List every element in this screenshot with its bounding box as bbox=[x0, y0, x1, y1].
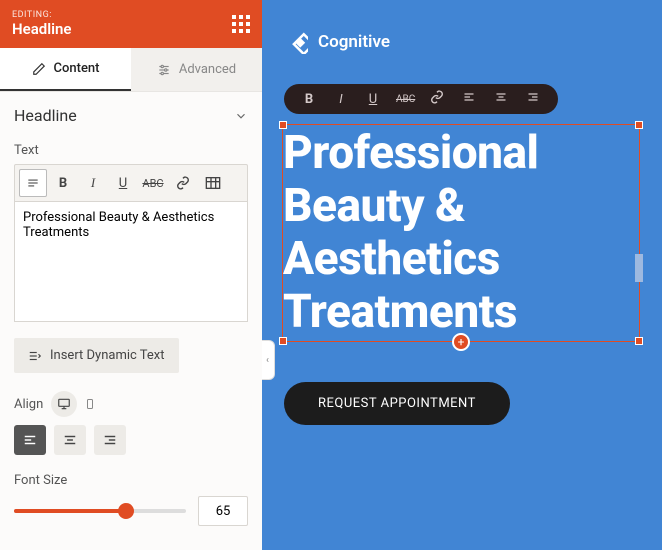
floating-text-toolbar: B I U ABC bbox=[284, 84, 558, 114]
panel-tabs: Content Advanced bbox=[0, 48, 262, 92]
headline-text[interactable]: Professional Beauty & Aesthetics Treatme… bbox=[283, 127, 639, 339]
device-toggle bbox=[51, 391, 103, 417]
logo-text: Cognitive bbox=[318, 32, 390, 52]
tab-content-label: Content bbox=[54, 61, 100, 76]
chevron-down-icon bbox=[234, 109, 248, 123]
float-italic-button[interactable]: I bbox=[332, 92, 350, 107]
logo: Cognitive bbox=[284, 30, 640, 54]
section-header[interactable]: Headline bbox=[14, 106, 248, 125]
bold-button[interactable]: B bbox=[49, 169, 77, 197]
tab-advanced[interactable]: Advanced bbox=[131, 48, 262, 91]
align-center-button[interactable] bbox=[54, 425, 86, 455]
align-center-icon bbox=[62, 433, 78, 447]
resize-handle-right[interactable] bbox=[635, 254, 643, 282]
mobile-icon bbox=[84, 397, 96, 411]
rte-mode-icon[interactable] bbox=[19, 169, 47, 197]
float-strike-button[interactable]: ABC bbox=[396, 94, 414, 105]
align-label: Align bbox=[14, 397, 43, 412]
resize-handle-br[interactable] bbox=[635, 337, 643, 345]
editing-label: EDITING: bbox=[12, 10, 71, 20]
align-right-button[interactable] bbox=[94, 425, 126, 455]
fontsize-section: Font Size bbox=[14, 473, 248, 526]
headline-textarea[interactable] bbox=[14, 202, 248, 322]
float-align-left-button[interactable] bbox=[460, 91, 478, 107]
panel-header: EDITING: Headline bbox=[0, 0, 262, 48]
editor-panel: EDITING: Headline Content Advanced Headl… bbox=[0, 0, 262, 550]
drag-grid-icon[interactable] bbox=[232, 15, 250, 33]
add-element-button[interactable]: + bbox=[452, 333, 470, 351]
float-link-button[interactable] bbox=[428, 90, 446, 108]
align-section: Align bbox=[14, 391, 248, 455]
text-field-label: Text bbox=[14, 143, 248, 158]
rte-toolbar: B I U ABC bbox=[14, 164, 248, 202]
desktop-icon bbox=[57, 397, 71, 411]
float-align-center-button[interactable] bbox=[492, 91, 510, 107]
collapse-panel-tab[interactable]: ‹ bbox=[262, 340, 275, 380]
align-right-icon bbox=[102, 433, 118, 447]
float-underline-button[interactable]: U bbox=[364, 92, 382, 107]
italic-button[interactable]: I bbox=[79, 169, 107, 197]
tab-advanced-label: Advanced bbox=[179, 62, 236, 77]
fontsize-label: Font Size bbox=[14, 473, 248, 488]
strike-button[interactable]: ABC bbox=[139, 169, 167, 197]
device-mobile-button[interactable] bbox=[77, 391, 103, 417]
resize-handle-bl[interactable] bbox=[279, 337, 287, 345]
fontsize-input[interactable] bbox=[198, 496, 248, 526]
insert-dynamic-label: Insert Dynamic Text bbox=[50, 348, 165, 363]
fontsize-slider[interactable] bbox=[14, 501, 186, 521]
section-title: Headline bbox=[14, 106, 77, 125]
float-bold-button[interactable]: B bbox=[300, 92, 318, 107]
headline-selection-box[interactable]: + Professional Beauty & Aesthetics Treat… bbox=[282, 124, 640, 342]
align-buttons bbox=[14, 425, 248, 455]
underline-button[interactable]: U bbox=[109, 169, 137, 197]
preview-canvas: ‹ Cognitive B I U ABC + Professional Bea… bbox=[262, 0, 662, 550]
pencil-icon bbox=[32, 62, 46, 76]
float-align-right-button[interactable] bbox=[524, 91, 542, 107]
insert-table-icon[interactable] bbox=[199, 169, 227, 197]
editing-title: Headline bbox=[12, 20, 71, 38]
device-desktop-button[interactable] bbox=[51, 391, 77, 417]
logo-mark-icon bbox=[284, 30, 308, 54]
align-left-icon bbox=[22, 433, 38, 447]
align-left-button[interactable] bbox=[14, 425, 46, 455]
resize-handle-tl[interactable] bbox=[279, 121, 287, 129]
sliders-icon bbox=[157, 63, 171, 77]
slider-thumb[interactable] bbox=[118, 503, 134, 519]
insert-dynamic-button[interactable]: Insert Dynamic Text bbox=[14, 338, 179, 373]
cta-button[interactable]: REQUEST APPOINTMENT bbox=[284, 382, 510, 425]
tab-content[interactable]: Content bbox=[0, 48, 131, 91]
resize-handle-tr[interactable] bbox=[635, 121, 643, 129]
dynamic-text-icon bbox=[28, 349, 42, 363]
link-button[interactable] bbox=[169, 169, 197, 197]
panel-body: Headline Text B I U ABC Insert Dynamic T… bbox=[0, 92, 262, 550]
